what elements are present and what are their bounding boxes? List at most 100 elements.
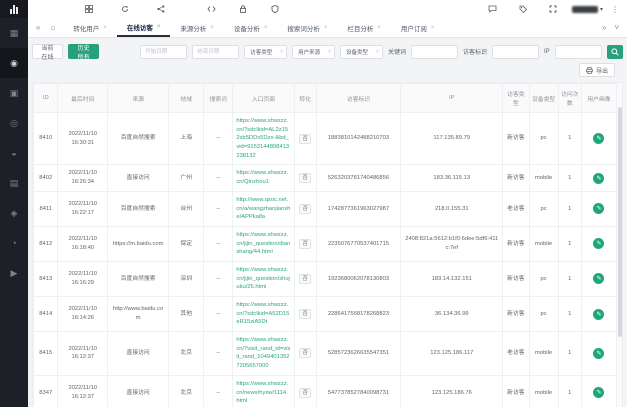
tab-label: 搜索词分析 — [287, 23, 320, 33]
end-date-input[interactable] — [192, 45, 239, 59]
cell-device-type: pc — [529, 261, 558, 296]
entry-page-link[interactable]: https://www.shwzzz.cn/news/hyxw/1114.htm… — [236, 381, 288, 404]
tab-来源分析[interactable]: 来源分析× — [170, 18, 224, 37]
cell-ip: 183.14.132.151 — [401, 261, 503, 296]
sidebar-item-report-icon[interactable]: ▤ — [0, 168, 28, 198]
pencil-icon: ✎ — [596, 205, 601, 212]
tab-label: 在线访客 — [127, 22, 153, 32]
cell-entry-page: https://www.shwzzz.cn/Qinzhou1 — [233, 165, 294, 191]
user-profile-edit-button[interactable]: ✎ — [593, 387, 604, 398]
user-profile-edit-button[interactable]: ✎ — [593, 133, 604, 144]
cell-source: 百度自然搜索 — [108, 113, 169, 165]
user-profile-edit-button[interactable]: ✎ — [593, 273, 604, 284]
entry-page-link[interactable]: https://www.shwzzz.cn/?visit_rand_id=vis… — [236, 337, 290, 369]
lock-icon[interactable] — [232, 2, 254, 16]
history-all-button[interactable]: 历史所有 — [68, 44, 99, 59]
tabbar: « ⌂ 转化用户×在线访客×来源分析×设备分析×搜索词分析×栏目分析×用户订阅×… — [28, 18, 627, 38]
refresh-icon[interactable] — [114, 2, 136, 16]
sidebar-item-cloud-icon[interactable]: ◒ — [0, 138, 28, 168]
sidebar-item-gallery-icon[interactable]: ▣ — [0, 78, 28, 108]
sidebar-item-target-icon[interactable]: ◎ — [0, 108, 28, 138]
more-vertical-icon[interactable]: ⋮ — [611, 5, 619, 14]
tab-用户订阅[interactable]: 用户订阅 × — [391, 18, 445, 37]
tab-close-icon[interactable]: × — [264, 25, 268, 31]
cell-keyword: -- — [204, 191, 233, 226]
user-profile-edit-button[interactable]: ✎ — [593, 309, 604, 320]
sidebar-item-lock-icon[interactable]: ◈ — [0, 198, 28, 228]
user-profile-edit-button[interactable]: ✎ — [593, 173, 604, 184]
entry-page-link[interactable]: https://www.shwzzz.cn/?sdclkid=AL2z152sb… — [236, 118, 289, 159]
tab-close-icon[interactable]: × — [210, 25, 214, 31]
sidebar-item-visitor-analytics-icon[interactable]: ◉ — [0, 48, 28, 78]
column-header: ID — [34, 84, 58, 113]
cell-keyword: -- — [204, 226, 233, 261]
column-header: 入口页面 — [233, 84, 294, 113]
tab-转化用户[interactable]: 转化用户 × — [63, 18, 117, 37]
entry-page-link[interactable]: https://www.shwzzz.cn/?sdclkid=A52D15eR1… — [236, 302, 289, 325]
tab-在线访客[interactable]: 在线访客 × — [117, 18, 171, 37]
current-online-button[interactable]: 当前在线 — [32, 44, 63, 59]
cell-id: 8411 — [34, 191, 58, 226]
tab-close-icon[interactable]: × — [157, 24, 161, 30]
share-icon[interactable] — [150, 2, 172, 16]
tab-栏目分析[interactable]: 栏目分析× — [337, 18, 391, 37]
cell-device-type: mobile — [529, 332, 558, 376]
table-row: 8347 2022/11/1016:12:37 直接访问 北京 -- https… — [34, 375, 617, 407]
keyword-input[interactable] — [411, 45, 458, 59]
user-source-select[interactable]: 用户来源˅ — [292, 45, 335, 59]
table-row: 8414 2022/11/1016:14:26 http://www.baidu… — [34, 297, 617, 332]
cell-ip: 36.134.36.99 — [401, 297, 503, 332]
cell-user-profile: ✎ — [581, 191, 616, 226]
tab-close-icon[interactable]: × — [377, 25, 381, 31]
cell-entry-page: http://www.qsoc.net.cn/a/wangzhanjianshe… — [233, 191, 294, 226]
visitor-id-input[interactable] — [492, 45, 539, 59]
cell-visit-count: 1 — [558, 261, 581, 296]
entry-page-link[interactable]: https://www.shwzzz.cn/Qinzhou1 — [236, 170, 288, 185]
table-row: 8410 2022/11/1016:30:31 百度自然搜索 上海 -- htt… — [34, 113, 617, 165]
user-profile-edit-button[interactable]: ✎ — [593, 203, 604, 214]
export-label: 导出 — [596, 66, 608, 75]
scrollbar-thumb[interactable] — [618, 107, 622, 337]
ip-input[interactable] — [555, 45, 602, 59]
tab-close-icon[interactable]: × — [431, 25, 435, 31]
tab-设备分析[interactable]: 设备分析× — [224, 18, 278, 37]
sidebar-item-history-icon[interactable]: ◔ — [0, 228, 28, 258]
export-button[interactable]: 导出 — [579, 63, 615, 77]
tabs-scroll-right-icon[interactable]: » — [600, 23, 608, 32]
fullscreen-icon[interactable] — [542, 2, 564, 16]
visitor-type-select[interactable]: 访客类型˅ — [244, 45, 287, 59]
tab-close-icon[interactable]: × — [103, 25, 107, 31]
device-type-select[interactable]: 设备类型˅ — [340, 45, 383, 59]
home-icon[interactable]: ⌂ — [46, 23, 59, 32]
code-icon[interactable] — [200, 2, 222, 16]
lock-icon: ◈ — [11, 208, 18, 219]
entry-page-link[interactable]: https://www.shwzzz.cn/jijin_question/shu… — [236, 267, 290, 290]
cell-visitor-type: 新访客 — [503, 375, 529, 407]
cell-source: 直接访问 — [108, 332, 169, 376]
grid-icon[interactable] — [78, 2, 100, 16]
tabs-scroll-left-icon[interactable]: « — [34, 23, 42, 32]
user-menu[interactable]: ▾ — [572, 6, 603, 13]
search-button[interactable] — [607, 45, 623, 59]
tab-label: 转化用户 — [73, 23, 99, 33]
cell-device-type: mobile — [529, 375, 558, 407]
tab-close-icon[interactable]: × — [324, 25, 328, 31]
tab-搜索词分析[interactable]: 搜索词分析 × — [277, 18, 337, 37]
start-date-input[interactable] — [140, 45, 187, 59]
sidebar-item-send-icon[interactable]: ▶ — [0, 258, 28, 288]
shield-icon[interactable] — [264, 2, 286, 16]
history-icon: ◔ — [11, 238, 16, 248]
user-profile-edit-button[interactable]: ✎ — [593, 238, 604, 249]
entry-page-link[interactable]: https://www.shwzzz.cn/jijin_question/dia… — [236, 232, 290, 255]
pencil-icon: ✎ — [596, 275, 601, 282]
chat-icon[interactable] — [482, 2, 504, 16]
sidebar-item-dashboard-icon[interactable]: ▦ — [0, 18, 28, 48]
vertical-scrollbar[interactable] — [617, 83, 622, 407]
tabs-menu-icon[interactable]: ˅ — [612, 23, 621, 32]
entry-page-link[interactable]: http://www.qsoc.net.cn/a/wangzhanjianshe… — [236, 197, 290, 220]
column-header: 访客类型 — [503, 84, 529, 113]
tab-label: 用户订阅 — [401, 23, 427, 33]
tag-icon[interactable] — [512, 2, 534, 16]
cell-last-time: 2022/11/1016:30:31 — [58, 113, 108, 165]
user-profile-edit-button[interactable]: ✎ — [593, 348, 604, 359]
